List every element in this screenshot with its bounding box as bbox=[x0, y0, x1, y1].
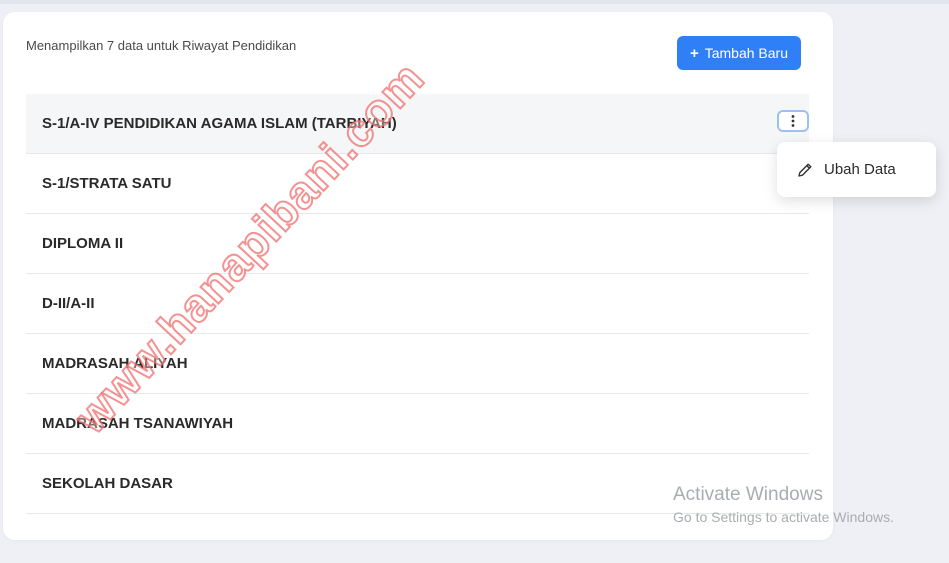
pencil-icon bbox=[798, 163, 812, 177]
education-level-label: S-1/A-IV PENDIDIKAN AGAMA ISLAM (TARBIYA… bbox=[42, 115, 397, 132]
edit-data-menu-item[interactable]: Ubah Data bbox=[777, 142, 936, 197]
plus-icon: + bbox=[689, 44, 699, 62]
list-item[interactable]: MADRASAH TSANAWIYAH bbox=[26, 394, 809, 454]
education-level-label: MADRASAH TSANAWIYAH bbox=[42, 415, 234, 432]
education-level-label: D-II/A-II bbox=[42, 295, 95, 312]
top-strip bbox=[0, 0, 949, 4]
education-level-label: S-1/STRATA SATU bbox=[42, 175, 172, 192]
list-item[interactable]: S-1/STRATA SATU bbox=[26, 154, 809, 214]
kebab-menu-icon bbox=[791, 115, 795, 127]
list-item[interactable]: DIPLOMA II bbox=[26, 214, 809, 274]
education-level-label: SEKOLAH DASAR bbox=[42, 475, 173, 492]
list-item[interactable]: S-1/A-IV PENDIDIKAN AGAMA ISLAM (TARBIYA… bbox=[26, 94, 809, 154]
education-level-label: DIPLOMA II bbox=[42, 235, 124, 252]
edit-data-label: Ubah Data bbox=[824, 161, 896, 178]
education-level-label: MADRASAH ALIYAH bbox=[42, 355, 188, 372]
education-history-card: Menampilkan 7 data untuk Riwayat Pendidi… bbox=[3, 12, 833, 540]
record-count-summary: Menampilkan 7 data untuk Riwayat Pendidi… bbox=[26, 38, 297, 53]
row-actions-button[interactable] bbox=[777, 110, 809, 132]
education-list: S-1/A-IV PENDIDIKAN AGAMA ISLAM (TARBIYA… bbox=[26, 94, 809, 514]
list-item[interactable]: MADRASAH ALIYAH bbox=[26, 334, 809, 394]
add-new-button[interactable]: + Tambah Baru bbox=[677, 36, 801, 70]
list-item[interactable]: SEKOLAH DASAR bbox=[26, 454, 809, 514]
list-item[interactable]: D-II/A-II bbox=[26, 274, 809, 334]
add-new-button-label: Tambah Baru bbox=[704, 45, 789, 61]
